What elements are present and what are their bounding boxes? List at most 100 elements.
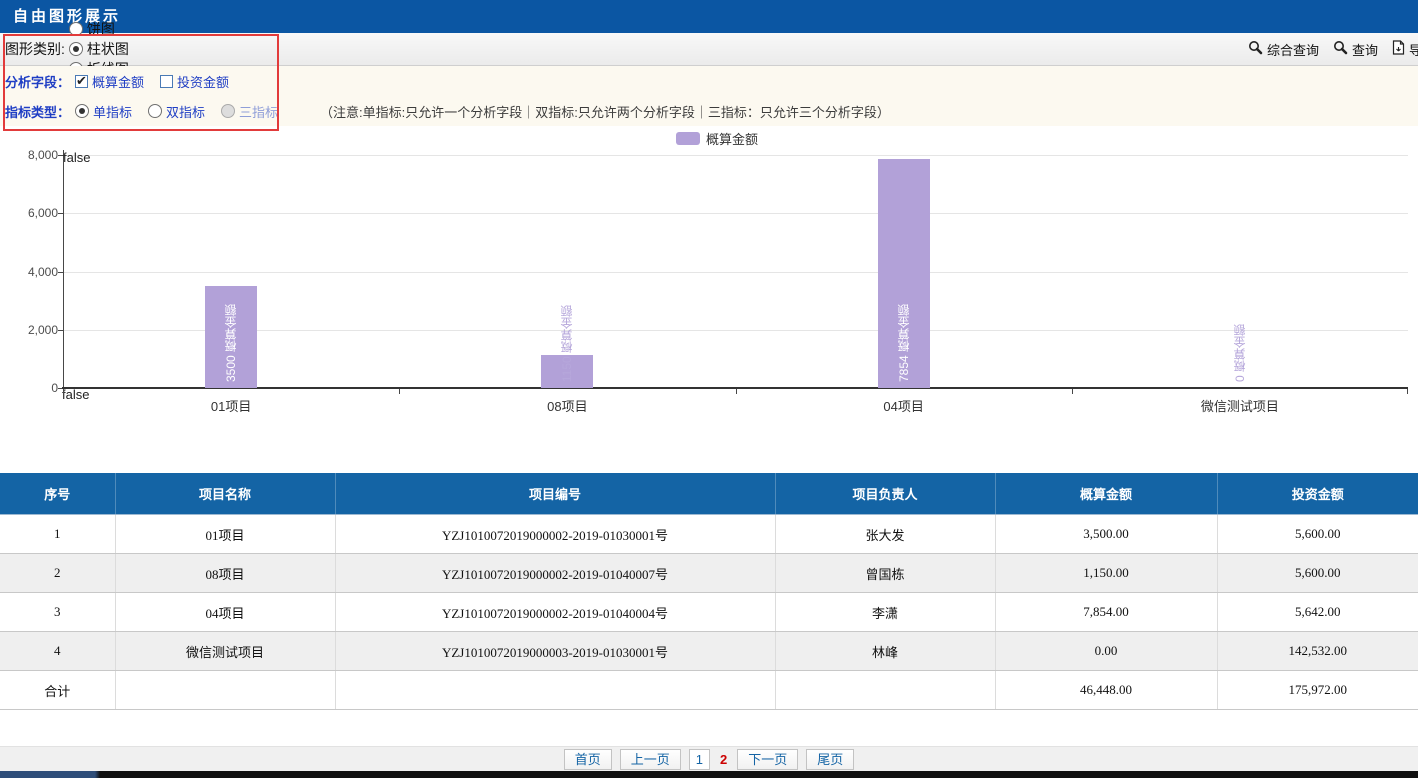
indicator-single-label: 单指标	[93, 102, 132, 121]
chart-type-pie[interactable]: 饼图	[69, 19, 129, 39]
category-label: 01项目	[63, 396, 399, 415]
field-investment-amount-label: 投资金额	[177, 72, 229, 91]
combined-query-label: 综合查询	[1267, 40, 1319, 59]
total-row: 合计 46,448.00175,972.00	[0, 671, 1418, 710]
page-1-button[interactable]: 1	[689, 749, 710, 770]
analysis-field-row: 分析字段： 概算金额 投资金额	[0, 66, 1418, 96]
category-label: 08项目	[399, 396, 735, 415]
y-tick-label: 2,000	[3, 323, 58, 337]
total-cell	[775, 671, 995, 710]
cell: 7,854.00	[995, 593, 1217, 632]
first-page-button[interactable]: 首页	[564, 749, 612, 770]
cell: 林峰	[775, 632, 995, 671]
radio-triple-icon	[221, 104, 235, 118]
filter-area: 分析字段： 概算金额 投资金额 指标类型： 单指标 双指标 三指标 （注意:单指标:只…	[0, 66, 1418, 126]
column-header: 项目负责人	[775, 473, 995, 515]
bottom-bar	[0, 771, 1418, 778]
last-page-button[interactable]: 尾页	[806, 749, 854, 770]
chart-legend: 概算金额	[676, 129, 758, 148]
cell: 李潇	[775, 593, 995, 632]
bar-value-label: 0 概算金额	[1232, 324, 1248, 382]
page-2-button[interactable]: 2	[716, 751, 731, 768]
project-table: 序号项目名称项目编号项目负责人概算金额投资金额 101项目YZJ10100720…	[0, 473, 1418, 710]
y-tick-label: 6,000	[3, 206, 58, 220]
legend-swatch	[676, 132, 700, 145]
table-row: 304项目YZJ1010072019000002-2019-01040004号李…	[0, 593, 1418, 632]
bar-value-label: 3500 概算金额	[223, 304, 239, 382]
bar-value-label: 1150 概算金额	[559, 305, 575, 382]
column-header: 项目编号	[335, 473, 775, 515]
bar-chart: 概算金额 02,0004,0006,0008,000falsefalse3500…	[0, 126, 1418, 470]
y-tick-label: 0	[3, 381, 58, 395]
total-cell	[115, 671, 335, 710]
cell: YZJ1010072019000003-2019-01030001号	[335, 632, 775, 671]
indicator-triple-label: 三指标	[239, 102, 278, 121]
total-cell: 合计	[0, 671, 115, 710]
table-row: 4微信测试项目YZJ1010072019000003-2019-01030001…	[0, 632, 1418, 671]
radio-bar-icon[interactable]	[69, 42, 83, 56]
gridline	[63, 272, 1408, 273]
y-tick-label: 4,000	[3, 265, 58, 279]
indicator-note: （注意:单指标:只允许一个分析字段｜双指标:只允许两个分析字段｜三指标：只允许三…	[320, 102, 890, 121]
toolbar: 图形类别: 饼图柱状图折线图 综合查询查询导出	[0, 33, 1418, 66]
indicator-double[interactable]: 双指标	[148, 102, 205, 121]
chart-type-pie-label: 饼图	[87, 19, 115, 39]
indicator-single[interactable]: 单指标	[75, 102, 132, 121]
cell: 5,600.00	[1217, 554, 1418, 593]
chart-type-bar[interactable]: 柱状图	[69, 39, 129, 59]
checkbox-investment-amount-icon[interactable]	[160, 75, 173, 88]
x-axis-tick	[1407, 389, 1408, 394]
total-cell: 46,448.00	[995, 671, 1217, 710]
field-investment-amount[interactable]: 投资金额	[160, 72, 229, 91]
search-icon	[1333, 40, 1352, 58]
pagination: 首页上一页 12 下一页尾页	[0, 746, 1418, 772]
checkbox-estimate-amount-icon[interactable]	[75, 75, 88, 88]
table-header-row: 序号项目名称项目编号项目负责人概算金额投资金额	[0, 473, 1418, 515]
category-label: 微信测试项目	[1072, 396, 1408, 415]
category-label: 04项目	[736, 396, 1072, 415]
page-title: 自由图形展示	[0, 0, 1418, 33]
export-icon	[1392, 40, 1409, 58]
field-estimate-amount-label: 概算金额	[92, 72, 144, 91]
query-label: 查询	[1352, 40, 1378, 59]
indicator-double-label: 双指标	[166, 102, 205, 121]
next-page-button[interactable]: 下一页	[737, 749, 798, 770]
cell: 5,600.00	[1217, 515, 1418, 554]
gridline	[63, 330, 1408, 331]
gridline	[63, 155, 1408, 156]
cell: 5,642.00	[1217, 593, 1418, 632]
cell: YZJ1010072019000002-2019-01040007号	[335, 554, 775, 593]
cell: 3,500.00	[995, 515, 1217, 554]
radio-double-icon[interactable]	[148, 104, 162, 118]
cell: YZJ1010072019000002-2019-01030001号	[335, 515, 775, 554]
table-row: 101项目YZJ1010072019000002-2019-01030001号张…	[0, 515, 1418, 554]
field-estimate-amount[interactable]: 概算金额	[75, 72, 144, 91]
toolbar-actions: 综合查询 查询导出	[1234, 40, 1418, 59]
prev-page-button[interactable]: 上一页	[620, 749, 681, 770]
column-header: 序号	[0, 473, 115, 515]
indicator-type-row: 指标类型： 单指标 双指标 三指标 （注意:单指标:只允许一个分析字段｜双指标:只允…	[0, 96, 1418, 126]
cell: 08项目	[115, 554, 335, 593]
legend-label: 概算金额	[706, 129, 758, 148]
total-cell: 175,972.00	[1217, 671, 1418, 710]
cell: 142,532.00	[1217, 632, 1418, 671]
bar-value-label: 7854 概算金额	[896, 304, 912, 382]
analysis-field-label: 分析字段：	[5, 72, 75, 91]
cell: 0.00	[995, 632, 1217, 671]
column-header: 项目名称	[115, 473, 335, 515]
x-axis-tick	[63, 389, 64, 394]
export-button[interactable]: 导出	[1392, 40, 1418, 59]
x-axis: false	[62, 387, 1408, 389]
cell: 04项目	[115, 593, 335, 632]
cell: 1,150.00	[995, 554, 1217, 593]
search-icon	[1248, 40, 1267, 58]
cell: 4	[0, 632, 115, 671]
indicator-type-label: 指标类型：	[5, 102, 75, 121]
radio-pie-icon[interactable]	[69, 22, 83, 36]
column-header: 投资金额	[1217, 473, 1418, 515]
combined-query-button[interactable]: 综合查询	[1248, 40, 1319, 59]
query-button[interactable]: 查询	[1333, 40, 1378, 59]
x-axis-tick	[399, 389, 400, 394]
radio-single-icon[interactable]	[75, 104, 89, 118]
cell: 3	[0, 593, 115, 632]
